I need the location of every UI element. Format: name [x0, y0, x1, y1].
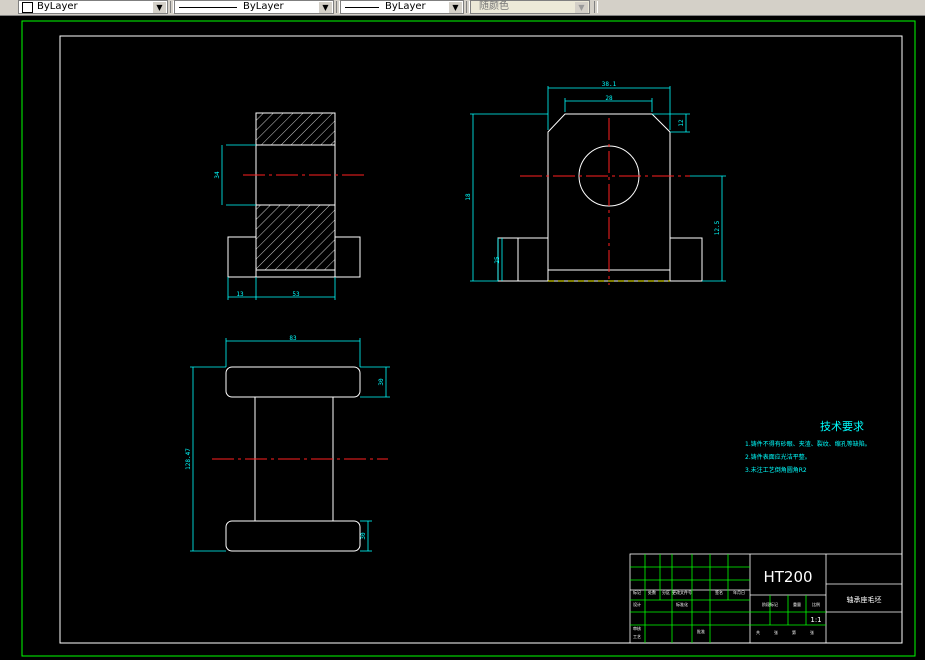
header-label: 更改文件号 — [672, 589, 692, 595]
drawing-border — [59, 35, 903, 644]
approve-label: 批准 — [697, 628, 705, 634]
drawing-canvas[interactable]: 34 13 53 38.1 28 12 18 12.5 25 83 30 128… — [0, 16, 925, 660]
header-label: 年月日 — [733, 589, 745, 595]
header-label: 处数 — [648, 589, 656, 595]
color-swatch — [22, 2, 33, 13]
lineweight-preview — [345, 7, 379, 8]
std-label: 标准化 — [676, 601, 688, 607]
note-item-1: 1.铸件不得有砂眼、夹渣、裂纹、缩孔等缺陷。 — [745, 440, 871, 448]
dim-right-height: 12.5 — [714, 220, 721, 235]
sheet-label: 张 — [810, 629, 814, 635]
row-label: 设计 — [633, 601, 641, 607]
color-dropdown[interactable]: ByLayer ▼ — [18, 0, 168, 14]
note-item-2: 2.铸件表面应光洁平整。 — [745, 453, 811, 461]
dim-front-height: 18 — [465, 193, 472, 201]
material-label: HT200 — [763, 568, 812, 586]
chevron-down-icon[interactable]: ▼ — [449, 2, 462, 13]
sheet-label: 张 — [774, 629, 778, 635]
front-view — [497, 113, 703, 285]
dim-bottom-bottom: 30 — [360, 532, 367, 540]
lineweight-dropdown-value: ByLayer — [385, 1, 426, 12]
row-label: 审核 — [633, 625, 641, 631]
dim-left-width: 53 — [292, 291, 300, 298]
linetype-preview — [179, 7, 237, 8]
dim-top-width: 38.1 — [602, 81, 617, 88]
chevron-down-icon[interactable]: ▼ — [319, 2, 332, 13]
dim-bottom-height: 128.47 — [185, 448, 192, 470]
color-dropdown-value: ByLayer — [37, 1, 78, 12]
stage-label: 重量 — [793, 601, 801, 607]
header-label: 签名 — [715, 589, 723, 595]
linetype-dropdown-value: ByLayer — [243, 1, 284, 12]
front-view-dimensions — [470, 86, 726, 282]
lineweight-dropdown[interactable]: ByLayer ▼ — [340, 0, 464, 14]
properties-toolbar: ByLayer ▼ ByLayer ▼ ByLayer ▼ 随颜色 ▼ — [0, 0, 925, 16]
top-view-dimensions — [190, 338, 390, 552]
top-view — [212, 366, 388, 552]
dim-top-inner: 28 — [605, 95, 613, 102]
header-label: 标记 — [633, 589, 641, 595]
header-label: 分区 — [662, 589, 670, 595]
chevron-down-icon[interactable]: ▼ — [153, 2, 166, 13]
row-label: 工艺 — [633, 634, 641, 639]
left-section-view — [227, 112, 365, 278]
plot-style-dropdown[interactable]: 随颜色 ▼ — [470, 0, 590, 14]
sheet-label: 第 — [792, 629, 796, 635]
dim-bottom-top: 30 — [378, 378, 385, 386]
title-block-header-labels: 标记 处数 分区 更改文件号 签名 年月日 设计 审核 工艺 标准化 批准 阶段… — [633, 589, 820, 639]
part-name: 轴承座毛坯 — [847, 595, 882, 604]
dim-base-height: 25 — [494, 256, 501, 264]
scale-value: 1:1 — [810, 616, 821, 624]
chevron-down-icon[interactable]: ▼ — [575, 2, 588, 13]
dim-bottom-width: 83 — [289, 335, 297, 342]
note-item-3: 3.未注工艺倒角圆角R2 — [745, 466, 807, 474]
linetype-dropdown[interactable]: ByLayer ▼ — [174, 0, 334, 14]
dim-top-chamfer: 12 — [678, 119, 685, 127]
dim-left-bore: 34 — [214, 171, 221, 179]
dim-left-base: 13 — [236, 291, 244, 298]
notes-title: 技术要求 — [820, 420, 864, 433]
stage-label: 阶段标记 — [762, 601, 778, 607]
plot-style-dropdown-value: 随颜色 — [479, 1, 509, 12]
sheet-label: 共 — [756, 629, 760, 635]
stage-label: 比例 — [812, 601, 820, 607]
outer-frame — [21, 20, 916, 657]
toolbar-separator — [594, 1, 598, 13]
